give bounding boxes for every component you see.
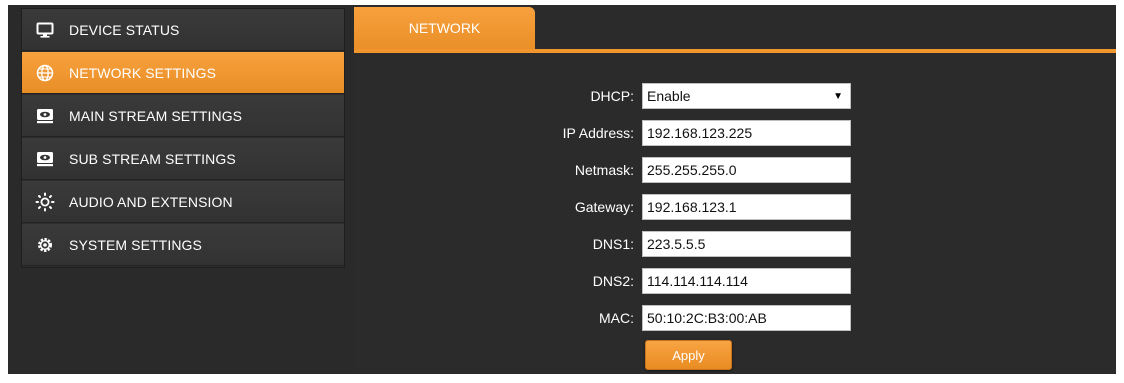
ip-address-field[interactable] — [642, 120, 851, 146]
dns1-field[interactable] — [642, 231, 851, 257]
sidebar-item-system-settings[interactable]: SYSTEM SETTINGS — [22, 224, 344, 266]
dhcp-value: Enable — [647, 88, 691, 104]
sidebar: DEVICE STATUS NETWORK SETTINGS MAIN STRE… — [21, 8, 345, 268]
sidebar-item-main-stream-settings[interactable]: MAIN STREAM SETTINGS — [22, 95, 344, 137]
gateway-row: Gateway: — [354, 194, 1116, 220]
video-stream-icon — [35, 149, 55, 169]
sidebar-item-label: DEVICE STATUS — [69, 21, 180, 38]
netmask-label: Netmask: — [574, 162, 634, 178]
sun-icon — [35, 192, 55, 212]
mac-row: MAC: — [354, 305, 1116, 331]
tab-network[interactable]: NETWORK — [354, 7, 535, 49]
ip-address-label: IP Address: — [562, 125, 634, 141]
monitor-icon — [35, 20, 55, 40]
dns2-label: DNS2: — [592, 273, 634, 289]
app-frame: DEVICE STATUS NETWORK SETTINGS MAIN STRE… — [8, 5, 1116, 374]
dhcp-row: DHCP: Enable ▼ — [354, 83, 1116, 109]
dns2-field[interactable] — [642, 268, 851, 294]
ip-address-row: IP Address: — [354, 120, 1116, 146]
dhcp-select[interactable]: Enable ▼ — [642, 83, 851, 109]
sidebar-item-sub-stream-settings[interactable]: SUB STREAM SETTINGS — [22, 138, 344, 180]
globe-icon — [35, 63, 55, 83]
sidebar-item-label: SUB STREAM SETTINGS — [69, 150, 236, 167]
gear-icon — [35, 235, 55, 255]
dns1-label: DNS1: — [592, 236, 634, 252]
netmask-row: Netmask: — [354, 157, 1116, 183]
dns1-row: DNS1: — [354, 231, 1116, 257]
netmask-field[interactable] — [642, 157, 851, 183]
tab-bar: NETWORK — [354, 7, 1116, 53]
apply-button[interactable]: Apply — [645, 340, 732, 370]
sidebar-item-device-status[interactable]: DEVICE STATUS — [22, 9, 344, 51]
sidebar-item-network-settings[interactable]: NETWORK SETTINGS — [22, 52, 344, 94]
sidebar-item-label: NETWORK SETTINGS — [69, 64, 217, 81]
gateway-field[interactable] — [642, 194, 851, 220]
video-stream-icon — [35, 106, 55, 126]
network-panel: NETWORK DHCP: Enable ▼ IP Address: Netma… — [354, 7, 1116, 374]
sidebar-item-label: AUDIO AND EXTENSION — [69, 193, 233, 210]
sidebar-item-label: MAIN STREAM SETTINGS — [69, 107, 243, 124]
dns2-row: DNS2: — [354, 268, 1116, 294]
dhcp-label: DHCP: — [590, 88, 634, 104]
gateway-label: Gateway: — [574, 199, 634, 215]
mac-field[interactable] — [642, 305, 851, 331]
sidebar-item-label: SYSTEM SETTINGS — [69, 236, 202, 253]
dropdown-arrow-icon: ▼ — [833, 90, 843, 102]
mac-label: MAC: — [599, 310, 634, 326]
sidebar-item-audio-and-extension[interactable]: AUDIO AND EXTENSION — [22, 181, 344, 223]
